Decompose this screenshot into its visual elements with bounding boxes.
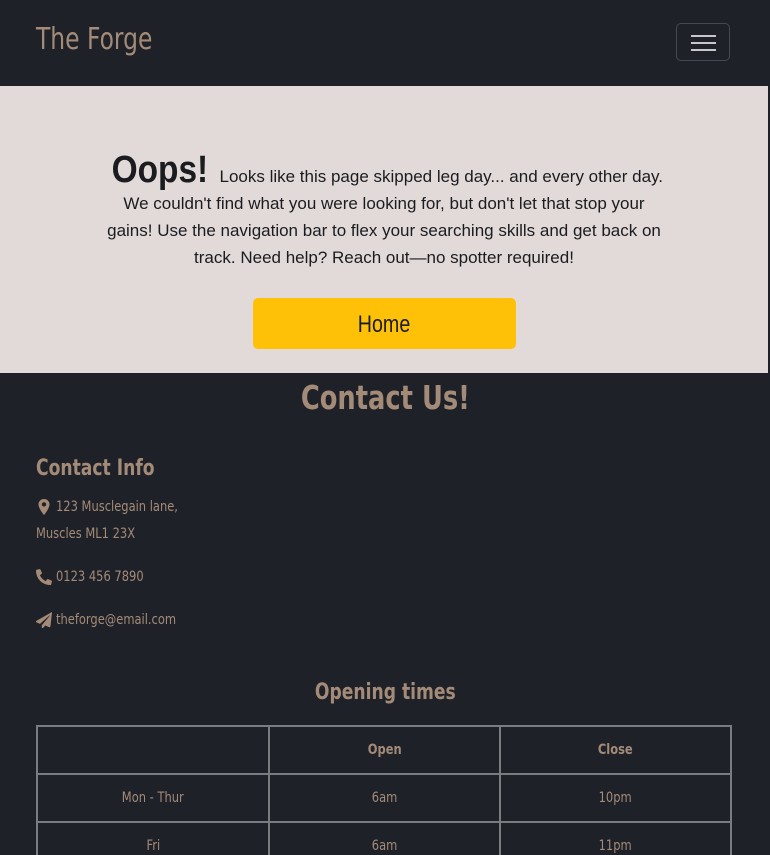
error-message: Oops! Looks like this page skipped leg d… [100,149,668,271]
paper-plane-icon [36,612,52,628]
phone-number: 0123 456 7890 [56,569,144,585]
opening-times-table: Open Close Mon - Thur 6am 10pm Fri 6am 1… [35,725,733,855]
address-line-2-text: Muscles ML1 23X [36,526,136,542]
table-header-cell: Close [498,725,733,775]
hamburger-menu-icon-bar [691,42,716,44]
phone-line: 0123 456 7890 [36,569,163,585]
hamburger-menu-icon-bar [691,49,716,51]
brand-logo[interactable]: The Forge [36,22,152,57]
address-line-1: 123 Musclegain lane, [36,499,205,515]
table-header-row: Open Close [35,725,733,775]
table-header-cell: Open [268,725,501,775]
hamburger-menu-icon [691,35,716,37]
home-button[interactable]: Home [253,298,516,349]
navbar-toggle-button[interactable] [676,23,730,61]
address-line-1-text: 123 Musclegain lane, [56,499,178,515]
address-line-2: Muscles ML1 23X [36,526,157,542]
navbar: The Forge [0,0,770,86]
table-cell-open: 6am [268,773,501,823]
table-cell-close: 10pm [498,773,733,823]
contact-title: Contact Us! [0,378,770,417]
contact-info-title: Contact Info [36,456,155,481]
table-cell-close: 11pm [498,821,733,855]
table-cell-open: 6am [268,821,501,855]
table-header-cell [35,725,271,775]
email-address[interactable]: theforge@email.com [56,612,176,628]
table-row: Mon - Thur 6am 10pm [35,773,733,823]
opening-times-title: Opening times [0,680,770,705]
opening-times-title-text: Opening times [314,680,456,705]
oops-heading: Oops! [111,149,209,191]
map-marker-icon [38,499,50,515]
table-cell-day: Fri [35,821,271,855]
home-button-label: Home [358,311,411,338]
table-row: Fri 6am 11pm [35,821,733,855]
error-hero: Oops! Looks like this page skipped leg d… [0,86,768,373]
phone-icon [36,569,52,585]
table-cell-day: Mon - Thur [35,773,271,823]
contact-title-text: Contact Us! [300,378,470,417]
email-line: theforge@email.com [36,612,202,628]
